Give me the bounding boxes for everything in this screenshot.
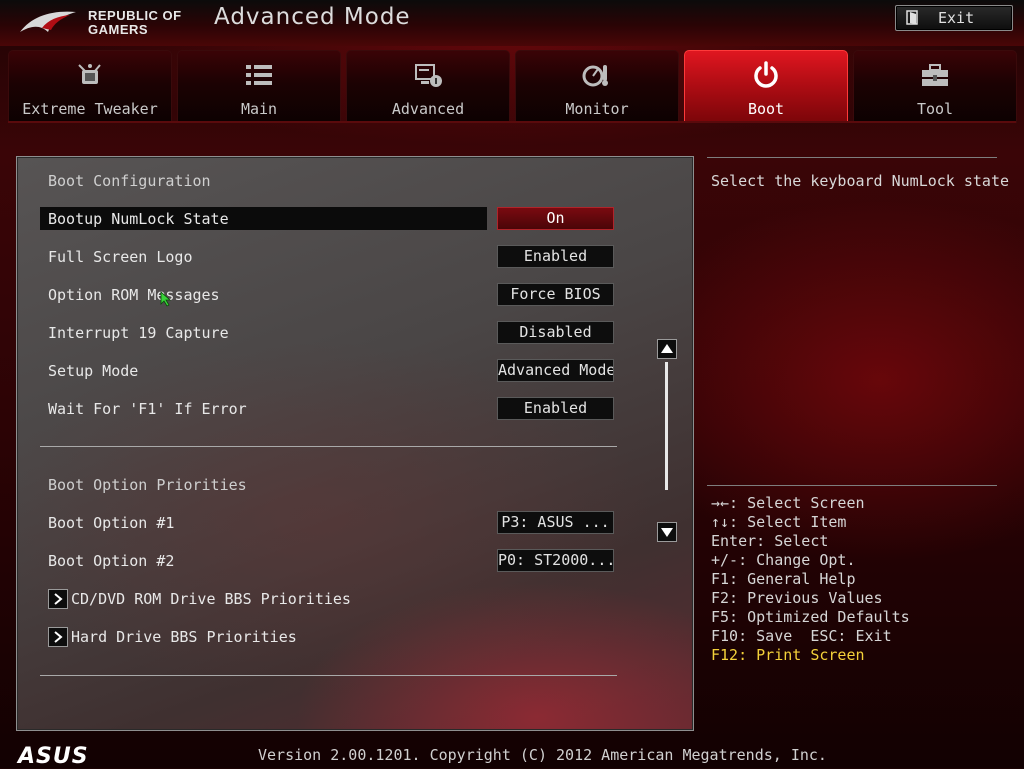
setting-label-boot-option-1[interactable]: Boot Option #1	[48, 514, 174, 532]
exit-button[interactable]: Exit	[895, 5, 1013, 31]
tab-label: Extreme Tweaker	[22, 100, 158, 118]
setting-value-boot-option-2[interactable]: P0: ST2000...	[497, 549, 614, 572]
tab-tool[interactable]: Tool	[853, 50, 1017, 123]
header-bar: REPUBLIC OF GAMERS Advanced Mode Exit	[0, 0, 1024, 46]
submenu-cd-dvd-priorities[interactable]: CD/DVD ROM Drive BBS Priorities	[71, 590, 351, 608]
setting-label-option-rom[interactable]: Option ROM Messages	[48, 286, 220, 304]
setting-value-boot-option-1[interactable]: P3: ASUS ...	[497, 511, 614, 534]
tab-monitor[interactable]: Monitor	[515, 50, 679, 123]
tab-boot[interactable]: Boot	[684, 50, 848, 123]
submenu-arrow-icon[interactable]	[48, 627, 68, 647]
tab-label: Boot	[747, 100, 785, 118]
setting-value-setup-mode[interactable]: Advanced Mode	[497, 359, 614, 382]
exit-door-icon	[906, 10, 918, 25]
setting-label-wait-f1[interactable]: Wait For 'F1' If Error	[48, 400, 247, 418]
tab-main[interactable]: Main	[177, 50, 341, 123]
power-icon	[754, 61, 778, 88]
key-hint: Enter: Select	[711, 532, 829, 550]
tab-label: Tool	[916, 100, 954, 118]
submenu-hard-drive-priorities[interactable]: Hard Drive BBS Priorities	[71, 628, 297, 646]
mouse-cursor-icon	[160, 291, 172, 307]
setting-label-numlock[interactable]: Bootup NumLock State	[48, 210, 229, 228]
list-icon	[246, 65, 272, 85]
section-title-boot-configuration: Boot Configuration	[48, 172, 211, 190]
setting-label-full-screen-logo[interactable]: Full Screen Logo	[48, 248, 193, 266]
rog-logo: REPUBLIC OF GAMERS	[18, 6, 181, 40]
arrow-down-icon	[661, 528, 673, 537]
arrow-up-icon	[661, 344, 673, 353]
advanced-icon	[415, 64, 442, 87]
setting-value-full-screen-logo[interactable]: Enabled	[497, 245, 614, 268]
setting-label-boot-option-2[interactable]: Boot Option #2	[48, 552, 174, 570]
key-hint: ↑↓: Select Item	[711, 513, 847, 531]
key-hint: →←: Select Screen	[711, 494, 865, 512]
setting-value-interrupt-19[interactable]: Disabled	[497, 321, 614, 344]
key-hint: F2: Previous Values	[711, 589, 883, 607]
page-title: Advanced Mode	[214, 4, 411, 30]
tab-label: Main	[240, 100, 278, 118]
monitor-icon	[582, 65, 608, 87]
scroll-down-button[interactable]	[657, 522, 677, 542]
help-top-divider	[707, 157, 997, 158]
toolbox-icon	[922, 64, 948, 86]
key-legend: →←: Select Screen ↑↓: Select Item Enter:…	[711, 494, 910, 665]
section-title-boot-priorities: Boot Option Priorities	[48, 476, 247, 494]
scroll-up-button[interactable]	[657, 339, 677, 359]
key-hint: +/-: Change Opt.	[711, 551, 856, 569]
tab-extreme-tweaker[interactable]: Extreme Tweaker	[8, 50, 172, 123]
chevron-right-icon	[54, 631, 63, 643]
submenu-arrow-icon[interactable]	[48, 589, 68, 609]
help-description: Select the keyboard NumLock state	[711, 172, 1010, 190]
setting-value-option-rom[interactable]: Force BIOS	[497, 283, 614, 306]
key-hint: F5: Optimized Defaults	[711, 608, 910, 626]
setting-label-setup-mode[interactable]: Setup Mode	[48, 362, 138, 380]
exit-label: Exit	[938, 9, 975, 27]
tab-advanced[interactable]: Advanced	[346, 50, 510, 123]
key-hint: F10: Save ESC: Exit	[711, 627, 892, 645]
chevron-right-icon	[54, 593, 63, 605]
section-divider	[40, 446, 617, 447]
tab-divider	[8, 121, 1016, 123]
setting-label-interrupt-19[interactable]: Interrupt 19 Capture	[48, 324, 229, 342]
setting-value-numlock[interactable]: On	[497, 207, 614, 230]
setting-value-wait-f1[interactable]: Enabled	[497, 397, 614, 420]
asus-logo: ASUS	[18, 744, 89, 769]
key-hint-print-screen: F12: Print Screen	[711, 646, 865, 664]
section-divider	[40, 675, 617, 676]
scrollbar-track[interactable]	[665, 362, 668, 490]
tweaker-icon	[78, 64, 101, 84]
version-text: Version 2.00.1201. Copyright (C) 2012 Am…	[258, 746, 827, 764]
help-bottom-divider	[707, 485, 997, 486]
tab-label: Advanced	[391, 100, 465, 118]
brand-text: REPUBLIC OF GAMERS	[88, 8, 182, 37]
rog-eye-icon	[20, 11, 76, 32]
key-hint: F1: General Help	[711, 570, 856, 588]
tab-label: Monitor	[565, 100, 629, 118]
